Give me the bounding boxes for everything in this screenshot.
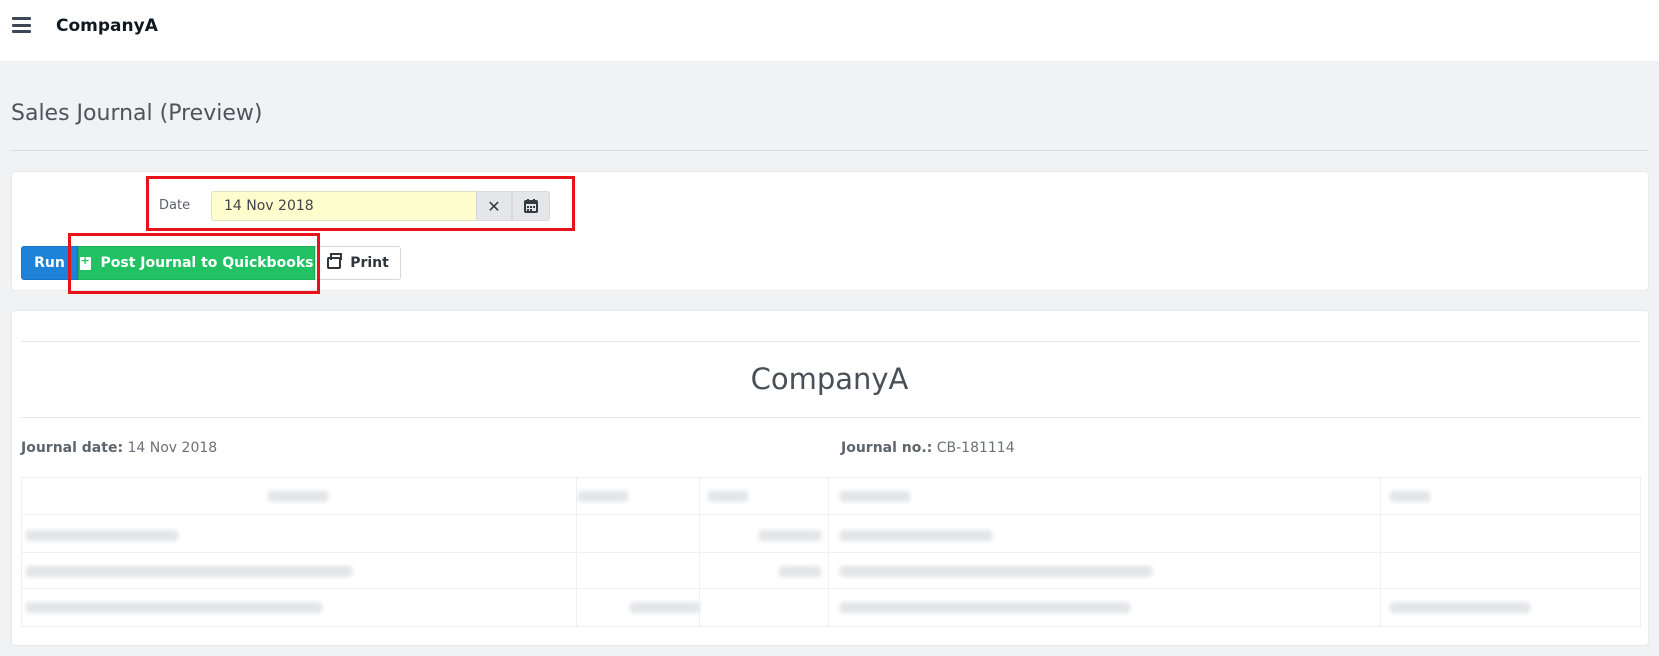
- redacted-text: [840, 530, 992, 541]
- calendar-button[interactable]: [512, 191, 550, 221]
- redacted-text: [779, 566, 821, 577]
- redacted-text: [1390, 602, 1530, 613]
- run-button[interactable]: Run: [21, 246, 78, 280]
- journal-date-label: Journal date:: [21, 440, 124, 456]
- journal-number-value: CB-181114: [936, 440, 1015, 456]
- redacted-text: [1390, 491, 1430, 502]
- redacted-text: [578, 491, 628, 502]
- redacted-text: [708, 491, 748, 502]
- redacted-text: [26, 602, 322, 613]
- calendar-icon: [524, 199, 538, 213]
- redacted-text: [759, 530, 821, 541]
- redacted-text: [630, 602, 700, 613]
- table-row: [22, 552, 1640, 553]
- redacted-text: [26, 530, 178, 541]
- redacted-text: [840, 566, 1152, 577]
- journal-table-redacted: [21, 477, 1641, 627]
- print-button-label: Print: [350, 255, 389, 271]
- date-label: Date: [159, 198, 191, 213]
- journal-date: Journal date: 14 Nov 2018: [21, 440, 217, 456]
- report-top-divider: [21, 341, 1641, 342]
- brand-name: CompanyA: [56, 16, 158, 36]
- redacted-text: [840, 491, 910, 502]
- hamburger-menu-icon[interactable]: [12, 17, 31, 33]
- table-row: [22, 588, 1640, 589]
- post-journal-button[interactable]: Post Journal to Quickbooks: [78, 246, 315, 280]
- report-header-divider: [21, 417, 1641, 418]
- title-divider: [11, 150, 1649, 151]
- journal-number-label: Journal no.:: [841, 440, 933, 456]
- column-divider: [576, 478, 577, 626]
- column-divider: [1380, 478, 1381, 626]
- clear-date-button[interactable]: ✕: [476, 191, 512, 221]
- journal-date-value: 14 Nov 2018: [127, 440, 218, 456]
- page-title: Sales Journal (Preview): [11, 101, 263, 126]
- print-button[interactable]: Print: [315, 246, 401, 280]
- post-journal-label: Post Journal to Quickbooks: [100, 255, 314, 271]
- redacted-text: [26, 566, 352, 577]
- redacted-text: [840, 602, 1130, 613]
- date-input[interactable]: [211, 191, 477, 221]
- top-navbar: CompanyA: [0, 0, 1659, 61]
- file-plus-icon: [79, 254, 91, 270]
- printer-icon: [327, 253, 343, 269]
- journal-number: Journal no.: CB-181114: [841, 440, 1015, 456]
- report-company-name: CompanyA: [750, 362, 909, 396]
- table-row: [22, 514, 1640, 515]
- run-button-label: Run: [34, 255, 65, 271]
- redacted-text: [268, 491, 328, 502]
- column-divider: [828, 478, 829, 626]
- close-icon: ✕: [487, 196, 501, 216]
